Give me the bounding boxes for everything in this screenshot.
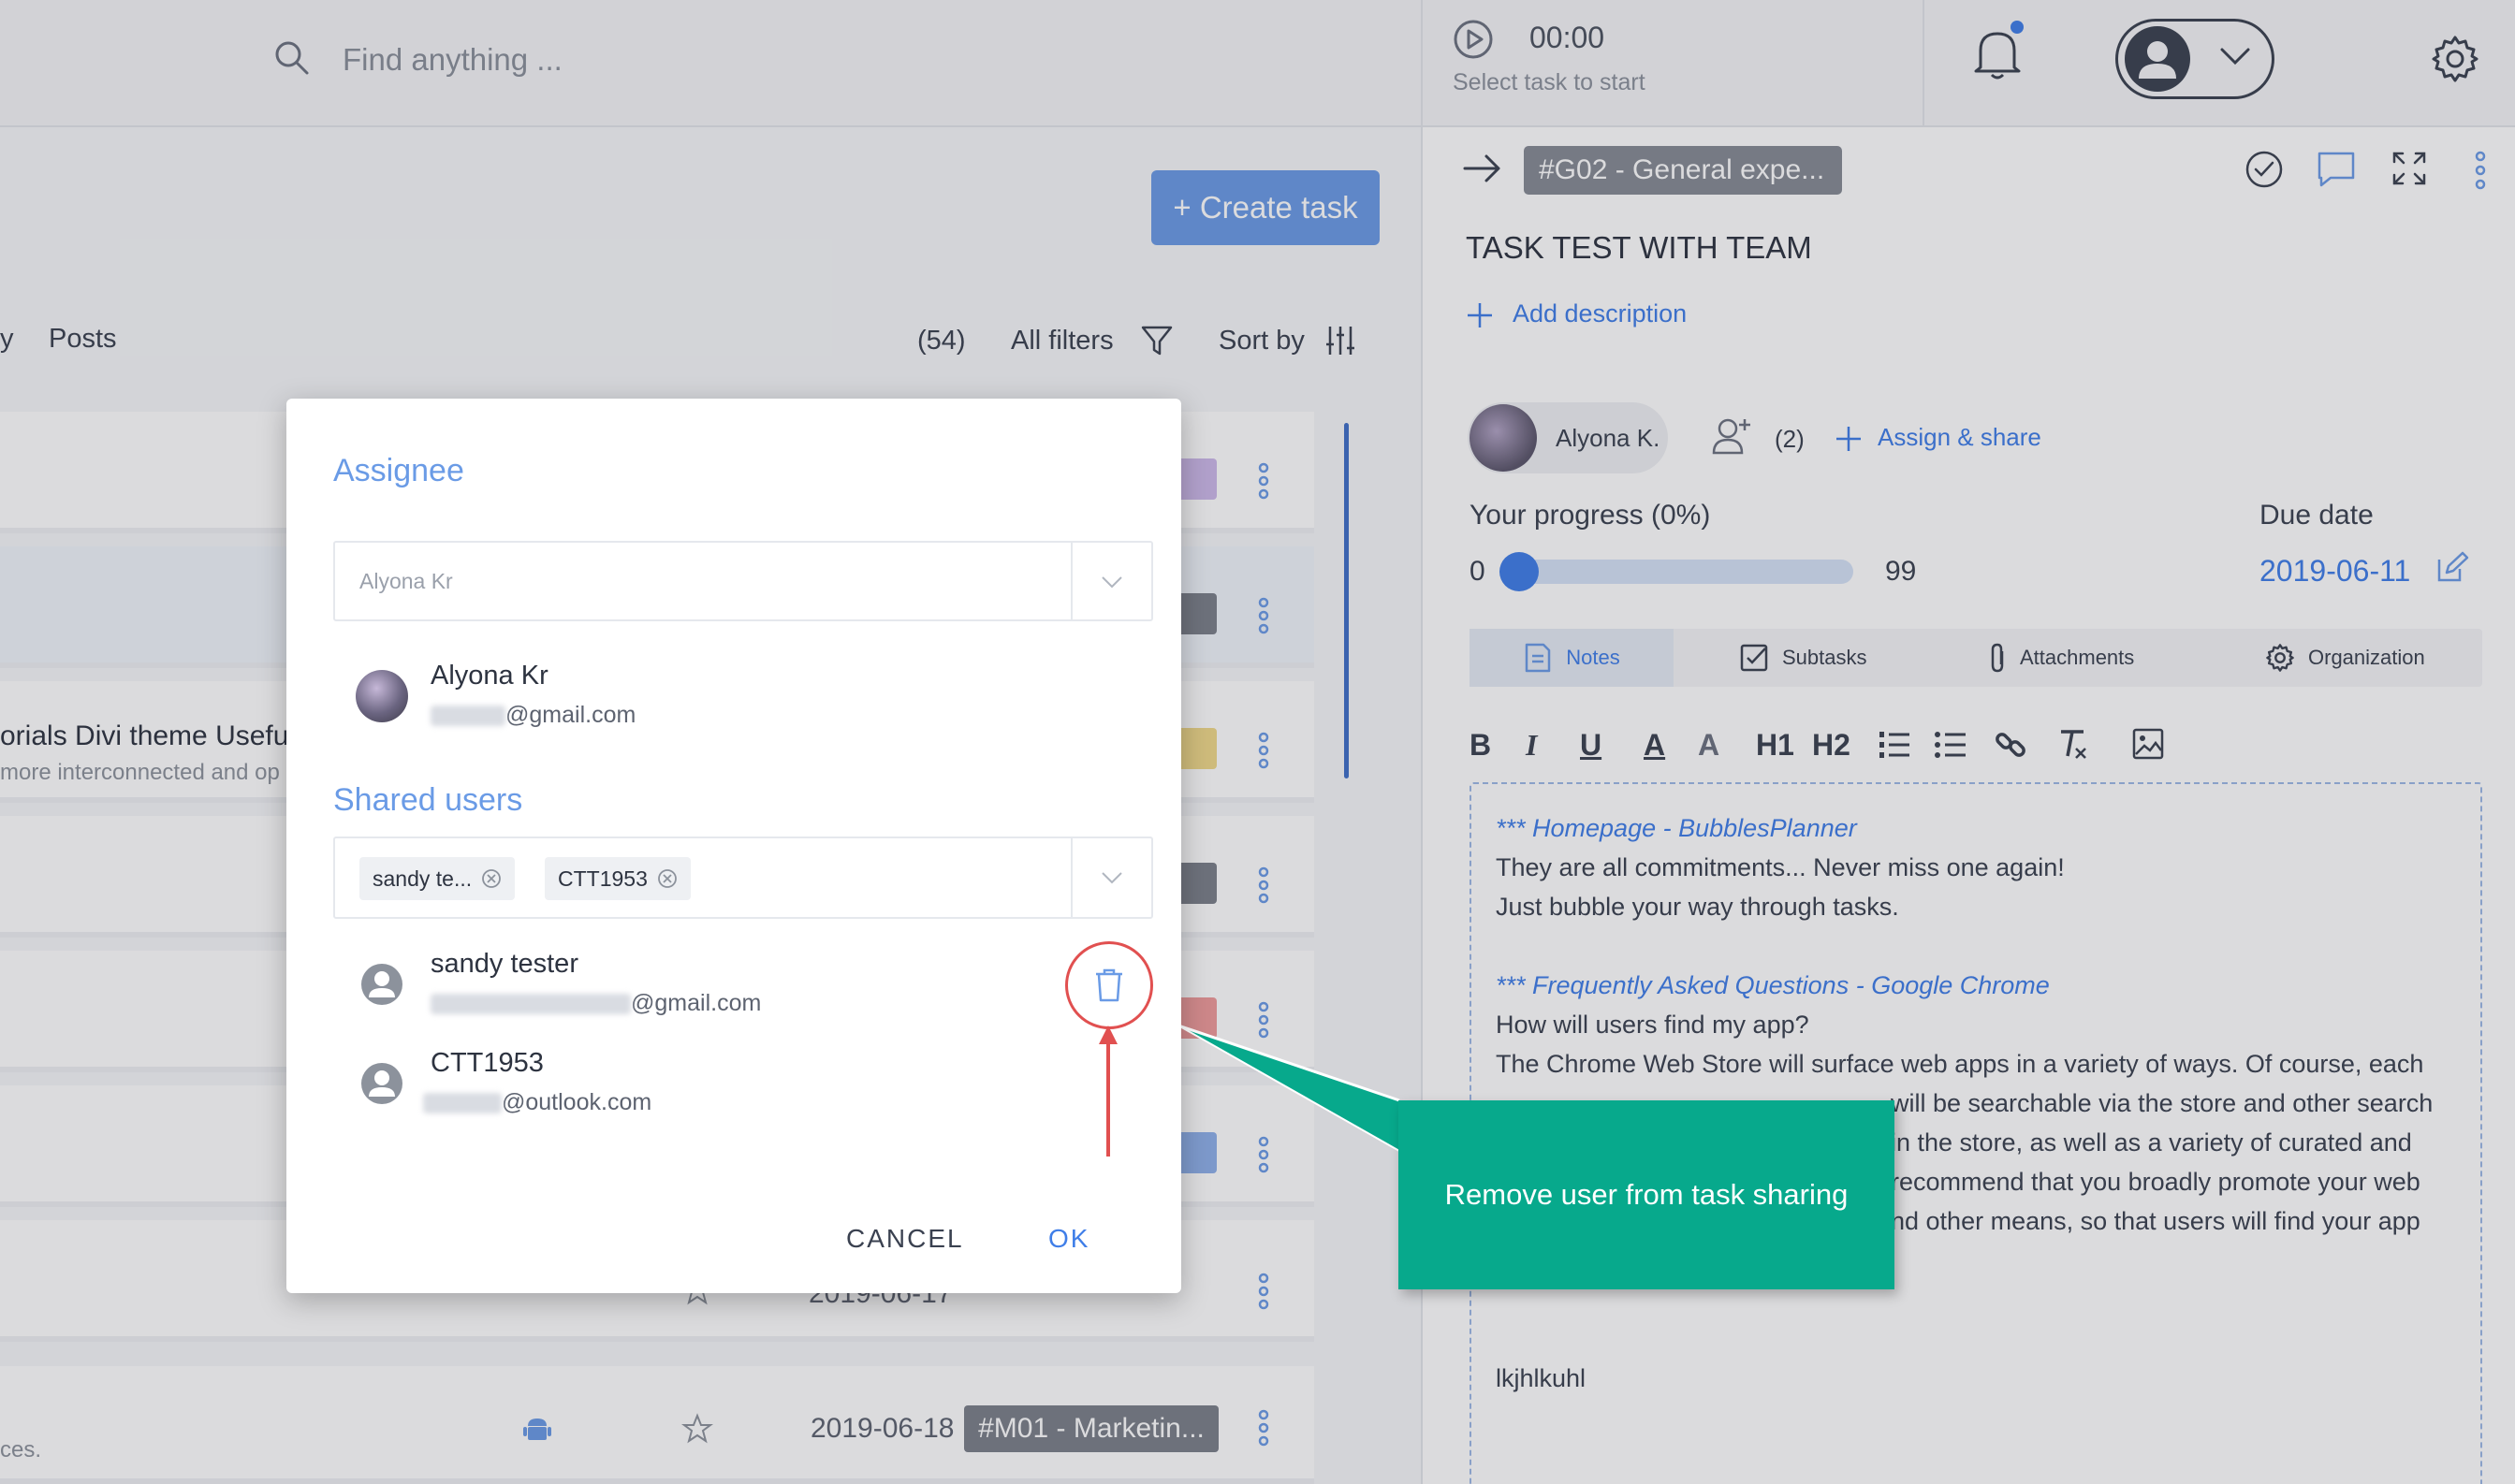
user-avatar-icon — [359, 1061, 404, 1106]
user-avatar-icon — [359, 962, 404, 1007]
callout-text: Remove user from task sharing — [1444, 1178, 1849, 1211]
assignee-email: @gmail.com — [431, 702, 636, 729]
shared-user-tag[interactable]: sandy te... — [359, 857, 516, 900]
cancel-button[interactable]: CANCEL — [846, 1224, 964, 1254]
select-divider — [1071, 838, 1073, 917]
tag-label: sandy te... — [373, 866, 473, 891]
ok-button[interactable]: OK — [1048, 1224, 1089, 1254]
callout-box: Remove user from task sharing — [1398, 1100, 1894, 1289]
assignee-select-value[interactable]: Alyona Kr — [359, 569, 453, 594]
assignee-name: Alyona Kr — [431, 661, 548, 691]
shared-user-name: CTT1953 — [431, 1048, 544, 1078]
shared-user-email: @gmail.com — [431, 990, 761, 1017]
annotation-arrow — [1097, 1020, 1119, 1160]
redacted-text — [423, 1093, 502, 1114]
shared-user-email: @outlook.com — [423, 1089, 651, 1116]
remove-tag-icon[interactable] — [657, 868, 678, 889]
chevron-down-icon[interactable] — [1099, 868, 1125, 887]
assignee-section-title: Assignee — [333, 453, 464, 488]
chevron-down-icon[interactable] — [1099, 573, 1125, 591]
remove-tag-icon[interactable] — [481, 868, 502, 889]
shared-user-tag[interactable]: CTT1953 — [545, 857, 691, 900]
select-divider — [1071, 543, 1073, 619]
trash-icon[interactable] — [1092, 968, 1126, 1003]
assignee-avatar — [356, 670, 408, 722]
shared-users-section-title: Shared users — [333, 782, 523, 818]
redacted-text — [431, 706, 505, 727]
redacted-text — [431, 994, 631, 1015]
shared-user-name: sandy tester — [431, 949, 578, 979]
tag-label: CTT1953 — [558, 866, 648, 891]
assignee-select[interactable] — [333, 541, 1153, 621]
